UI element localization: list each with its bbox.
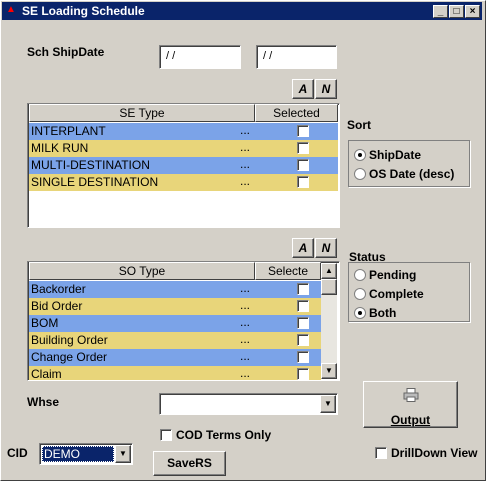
so-type-grid: SO Type Selecte Backorder... Bid Order...…: [27, 261, 340, 381]
so-type-row-label: Claim: [31, 367, 62, 381]
status-group: Pending Complete Both: [348, 262, 470, 322]
so-type-row[interactable]: Change Order...: [29, 349, 321, 366]
so-type-row-checkbox[interactable]: [297, 368, 309, 380]
so-select-all-button[interactable]: A: [292, 238, 314, 258]
se-select-all-button[interactable]: A: [292, 79, 314, 99]
radio-dot: [354, 307, 366, 319]
window-title: SE Loading Schedule: [22, 4, 145, 18]
so-type-row[interactable]: Backorder...: [29, 281, 321, 298]
se-type-row-checkbox[interactable]: [297, 159, 309, 171]
so-type-row-ellipsis[interactable]: ...: [240, 281, 250, 295]
scroll-thumb[interactable]: [321, 279, 337, 295]
checkbox-box[interactable]: [375, 447, 387, 459]
maximize-button[interactable]: □: [449, 5, 464, 18]
status-complete-radio[interactable]: Complete: [354, 287, 424, 301]
so-type-row[interactable]: Building Order...: [29, 332, 321, 349]
se-type-row-ellipsis[interactable]: ...: [240, 123, 250, 137]
se-type-row-label: SINGLE DESTINATION: [31, 175, 159, 189]
so-type-row-label: Building Order: [31, 333, 108, 347]
status-pending-label: Pending: [369, 268, 417, 282]
so-type-row-checkbox[interactable]: [297, 334, 309, 346]
se-type-row-label: INTERPLANT: [31, 124, 106, 138]
checkbox-box[interactable]: [160, 429, 172, 441]
so-selected-column-header[interactable]: Selecte: [255, 262, 321, 280]
se-type-row-ellipsis[interactable]: ...: [240, 157, 250, 171]
savers-button[interactable]: SaveRS: [153, 451, 226, 476]
se-type-column-header[interactable]: SE Type: [29, 104, 255, 122]
so-type-row-label: BOM: [31, 316, 59, 330]
output-button-label: Output: [390, 413, 431, 427]
radio-dot: [354, 288, 366, 300]
so-grid-scrollbar[interactable]: ▲ ▼: [321, 263, 337, 379]
sort-shipdate-label: ShipDate: [369, 148, 422, 162]
whse-dropdown[interactable]: ▼: [159, 393, 338, 415]
chevron-down-icon[interactable]: ▼: [115, 445, 131, 463]
drilldown-view-label: DrillDown View: [391, 446, 478, 460]
title-bar[interactable]: ▲ SE Loading Schedule _ □ ×: [2, 2, 482, 20]
se-type-row-checkbox[interactable]: [297, 176, 309, 188]
se-type-row-label: MULTI-DESTINATION: [31, 158, 150, 172]
se-type-row[interactable]: INTERPLANT...: [29, 123, 338, 140]
so-type-row-ellipsis[interactable]: ...: [240, 332, 250, 346]
status-complete-label: Complete: [369, 287, 424, 301]
ship-date-to-input[interactable]: / /: [256, 45, 337, 69]
printer-icon: [403, 388, 419, 402]
radio-dot: [354, 168, 366, 180]
so-type-row-checkbox[interactable]: [297, 283, 309, 295]
se-type-row[interactable]: MILK RUN...: [29, 140, 338, 157]
output-button[interactable]: Output: [363, 381, 458, 428]
ship-date-label: Sch ShipDate: [27, 45, 105, 59]
status-pending-radio[interactable]: Pending: [354, 268, 416, 282]
se-type-row-checkbox[interactable]: [297, 125, 309, 137]
so-type-column-header[interactable]: SO Type: [29, 262, 255, 280]
cid-dropdown[interactable]: DEMO ▼: [39, 443, 133, 465]
status-both-radio[interactable]: Both: [354, 306, 396, 320]
ship-date-from-input[interactable]: / /: [159, 45, 241, 69]
so-type-row-checkbox[interactable]: [297, 300, 309, 312]
sort-osdate-label: OS Date (desc): [369, 167, 455, 181]
sort-label: Sort: [347, 118, 371, 132]
scroll-down-button[interactable]: ▼: [321, 363, 337, 379]
so-type-row-checkbox[interactable]: [297, 351, 309, 363]
se-type-row-checkbox[interactable]: [297, 142, 309, 154]
scroll-up-button[interactable]: ▲: [321, 263, 337, 279]
cid-value: DEMO: [42, 446, 114, 462]
so-type-row[interactable]: Claim...: [29, 366, 321, 381]
whse-label: Whse: [27, 395, 60, 409]
minimize-button[interactable]: _: [433, 5, 448, 18]
sort-shipdate-radio[interactable]: ShipDate: [354, 148, 421, 162]
se-type-row-label: MILK RUN: [31, 141, 89, 155]
so-type-row[interactable]: BOM...: [29, 315, 321, 332]
se-type-row[interactable]: MULTI-DESTINATION...: [29, 157, 338, 174]
se-type-row-ellipsis[interactable]: ...: [240, 140, 250, 154]
radio-dot: [354, 149, 366, 161]
so-type-row-ellipsis[interactable]: ...: [240, 315, 250, 329]
so-type-row-checkbox[interactable]: [297, 317, 309, 329]
so-type-row-ellipsis[interactable]: ...: [240, 298, 250, 312]
sort-group: ShipDate OS Date (desc): [348, 140, 470, 187]
so-type-row-label: Bid Order: [31, 299, 83, 313]
cod-terms-only-label: COD Terms Only: [176, 428, 272, 442]
se-type-row-ellipsis[interactable]: ...: [240, 174, 250, 188]
so-type-row-label: Change Order: [31, 350, 108, 364]
drilldown-view-checkbox[interactable]: DrillDown View: [375, 446, 477, 460]
app-icon: ▲: [6, 4, 16, 15]
radio-dot: [354, 269, 366, 281]
close-button[interactable]: ×: [465, 5, 480, 18]
se-type-row[interactable]: SINGLE DESTINATION...: [29, 174, 338, 191]
se-type-grid: SE Type Selected INTERPLANT... MILK RUN..…: [27, 103, 340, 228]
sort-osdate-radio[interactable]: OS Date (desc): [354, 167, 454, 181]
so-type-row-ellipsis[interactable]: ...: [240, 349, 250, 363]
chevron-down-icon[interactable]: ▼: [320, 395, 336, 413]
status-both-label: Both: [369, 306, 397, 320]
cod-terms-only-checkbox[interactable]: COD Terms Only: [160, 428, 271, 442]
so-type-row-label: Backorder: [31, 282, 86, 296]
so-select-none-button[interactable]: N: [315, 238, 337, 258]
se-select-none-button[interactable]: N: [315, 79, 337, 99]
se-selected-column-header[interactable]: Selected: [255, 104, 338, 122]
so-type-row-ellipsis[interactable]: ...: [240, 366, 250, 380]
cid-label: CID: [7, 446, 28, 460]
so-type-row[interactable]: Bid Order...: [29, 298, 321, 315]
